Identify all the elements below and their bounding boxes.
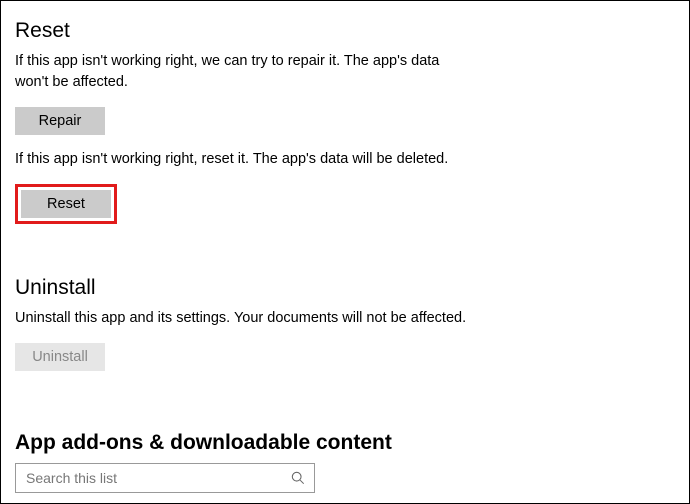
repair-description: If this app isn't working right, we can … <box>15 51 475 93</box>
uninstall-description: Uninstall this app and its settings. You… <box>15 308 475 329</box>
uninstall-section: Uninstall Uninstall this app and its set… <box>15 276 675 385</box>
search-container <box>15 463 315 493</box>
uninstall-button[interactable]: Uninstall <box>15 343 105 371</box>
addons-section: App add-ons & downloadable content <box>15 431 675 493</box>
reset-section: Reset If this app isn't working right, w… <box>15 19 675 238</box>
reset-description: If this app isn't working right, reset i… <box>15 149 475 170</box>
reset-button[interactable]: Reset <box>21 190 111 218</box>
search-input[interactable] <box>15 463 315 493</box>
reset-button-highlight: Reset <box>15 184 117 224</box>
addons-title: App add-ons & downloadable content <box>15 431 675 455</box>
repair-button[interactable]: Repair <box>15 107 105 135</box>
uninstall-title: Uninstall <box>15 276 675 300</box>
reset-title: Reset <box>15 19 675 43</box>
